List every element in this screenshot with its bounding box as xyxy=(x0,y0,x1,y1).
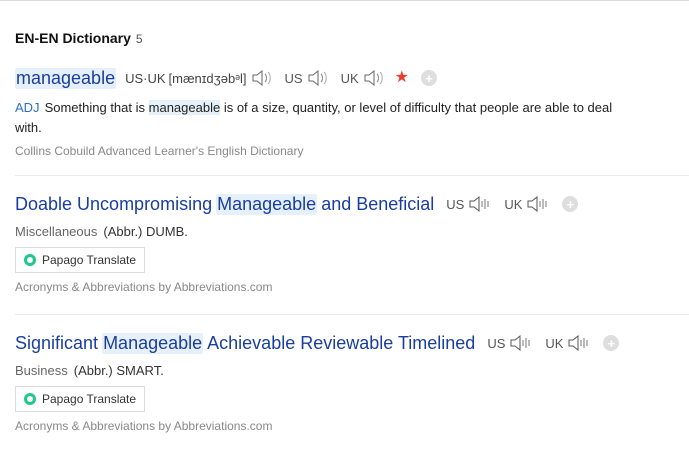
entry-divider xyxy=(15,175,689,176)
uk-speaker-waves-icon[interactable] xyxy=(567,334,591,352)
category-row: Business (Abbr.) SMART. xyxy=(15,363,689,378)
plus-icon[interactable]: + xyxy=(420,70,437,86)
dictionary-entry-smart: Significant Manageable Achievable Review… xyxy=(15,330,689,433)
uk-speaker-waves-icon[interactable] xyxy=(526,195,550,213)
plus-icon[interactable]: + xyxy=(562,196,579,212)
definition-text-before: Something that is xyxy=(44,100,146,115)
source-credit[interactable]: Collins Cobuild Advanced Learner's Engli… xyxy=(15,144,689,158)
definition-highlight: manageable xyxy=(148,100,221,115)
headword-highlight[interactable]: Manageable xyxy=(216,193,318,215)
category-row: Miscellaneous (Abbr.) DUMB. xyxy=(15,224,689,239)
papago-logo-icon xyxy=(24,393,36,405)
us-label: US xyxy=(487,335,506,351)
section-header: EN-EN Dictionary 5 xyxy=(15,30,143,48)
entry-divider xyxy=(15,314,689,315)
dictionary-entry-manageable: manageable US·UK [mænɪdʒəbᵊl] US UK ★ + … xyxy=(15,65,689,158)
category-label: Business xyxy=(15,363,68,378)
uk-speaker-icon[interactable] xyxy=(363,69,385,87)
abbreviation: (Abbr.) SMART. xyxy=(73,363,164,378)
uk-label: UK xyxy=(340,70,359,86)
plus-icon[interactable]: + xyxy=(603,335,620,351)
ipa-text: [mænɪdʒəbᵊl] xyxy=(168,70,247,86)
definition-text-after: is of a size, quantity, or level of diff… xyxy=(223,100,613,115)
us-speaker-waves-icon[interactable] xyxy=(468,195,492,213)
papago-logo-icon xyxy=(24,254,36,266)
papago-translate-button[interactable]: Papago Translate xyxy=(15,247,146,273)
entry-headline: manageable US·UK [mænɪdʒəbᵊl] US UK ★ + xyxy=(15,65,689,91)
top-border xyxy=(0,0,689,1)
headword-part[interactable]: Achievable Reviewable Timelined xyxy=(207,333,475,354)
ipa-region-label: US·UK xyxy=(125,70,166,86)
entry-headline: Doable Uncompromising Manageable and Ben… xyxy=(15,191,689,217)
us-speaker-waves-icon[interactable] xyxy=(509,334,533,352)
uk-label: UK xyxy=(545,335,564,351)
star-icon[interactable]: ★ xyxy=(395,70,409,86)
papago-translate-button[interactable]: Papago Translate xyxy=(15,386,146,412)
source-credit[interactable]: Acronyms & Abbreviations by Abbreviation… xyxy=(15,419,689,433)
entry-headline: Significant Manageable Achievable Review… xyxy=(15,330,689,356)
section-title: EN-EN Dictionary xyxy=(15,30,131,46)
part-of-speech: ADJ xyxy=(15,100,40,115)
headword-part[interactable]: Doable Uncompromising xyxy=(15,194,212,215)
abbreviation: (Abbr.) DUMB. xyxy=(103,224,188,239)
uk-label: UK xyxy=(504,196,523,212)
papago-translate-label: Papago Translate xyxy=(42,253,137,267)
us-speaker-icon[interactable] xyxy=(307,69,329,87)
dictionary-entry-dumb: Doable Uncompromising Manageable and Ben… xyxy=(15,191,689,294)
definition: ADJ Something that is manageable is of a … xyxy=(15,98,689,138)
section-count: 5 xyxy=(135,32,143,46)
headword-part[interactable]: and Beneficial xyxy=(321,194,434,215)
headword-highlight[interactable]: Manageable xyxy=(102,332,204,354)
us-label: US xyxy=(446,196,465,212)
definition-text-cont: with. xyxy=(15,120,42,135)
headword-link[interactable]: manageable xyxy=(15,67,117,89)
headword-part[interactable]: Significant xyxy=(15,333,98,354)
papago-translate-label: Papago Translate xyxy=(42,392,137,406)
speaker-outline-icon[interactable] xyxy=(251,69,273,87)
category-label: Miscellaneous xyxy=(15,224,98,239)
us-label: US xyxy=(284,70,303,86)
source-credit[interactable]: Acronyms & Abbreviations by Abbreviation… xyxy=(15,280,689,294)
